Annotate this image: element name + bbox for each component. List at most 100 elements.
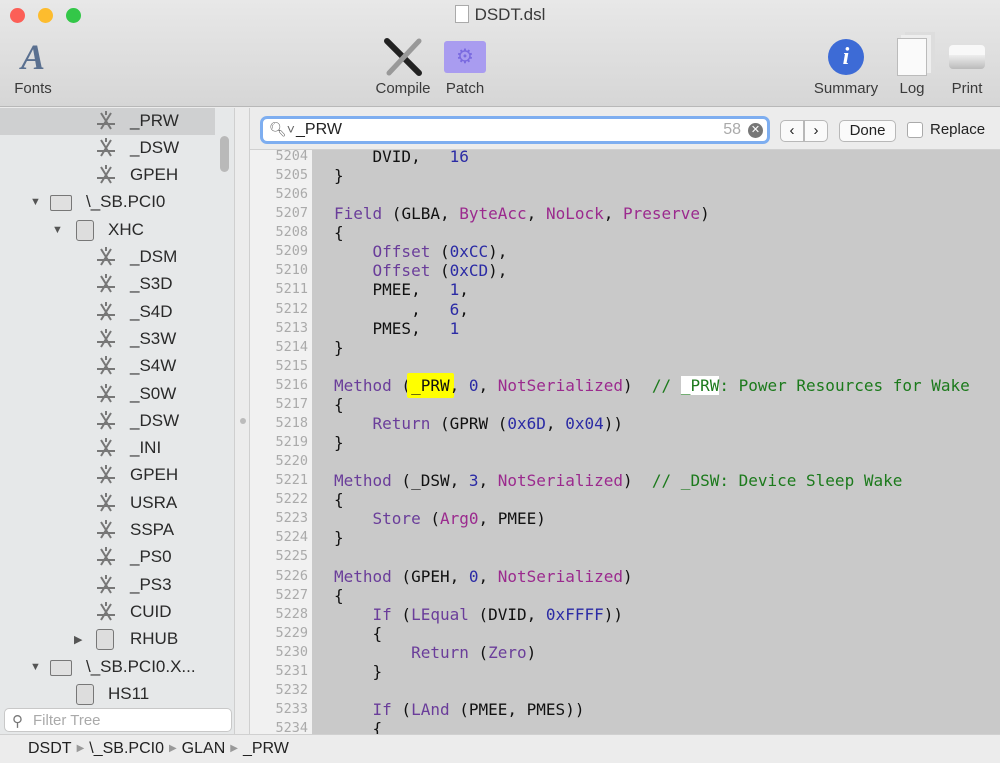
line-number: 5219 bbox=[275, 434, 308, 451]
code-line[interactable]: } bbox=[334, 166, 344, 185]
code-line[interactable]: { bbox=[334, 490, 344, 509]
tree-item[interactable]: _PRW bbox=[0, 108, 215, 135]
code-token: 3 bbox=[468, 471, 479, 491]
tree-item[interactable]: _S3D bbox=[0, 271, 215, 298]
next-match-button[interactable]: › bbox=[804, 120, 828, 142]
tree-item[interactable]: _S4D bbox=[0, 299, 215, 326]
code-token: ) bbox=[526, 642, 537, 662]
code-line[interactable]: } bbox=[334, 662, 383, 681]
code-line[interactable]: { bbox=[334, 223, 344, 242]
code-line[interactable]: PMES, 1 bbox=[334, 318, 460, 338]
tree-scrollbar[interactable] bbox=[220, 136, 229, 172]
find-input[interactable]: 🔍︎˅ _PRW 58 ✕ bbox=[260, 116, 770, 144]
previous-match-button[interactable]: ‹ bbox=[780, 120, 804, 142]
code-line[interactable]: , 6, bbox=[334, 300, 469, 319]
code-line[interactable]: Store (Arg0, PMEE) bbox=[334, 509, 546, 528]
tree-item[interactable]: _DSW bbox=[0, 135, 215, 162]
line-number: 5209 bbox=[275, 243, 308, 260]
fonts-button[interactable]: A Fonts bbox=[8, 34, 58, 97]
code-line[interactable]: Method (_DSW, 3, NotSerialized) // _DSW:… bbox=[334, 471, 902, 490]
code-line[interactable]: If (LEqual (DVID, 0xFFFF)) bbox=[334, 605, 623, 624]
tree-item[interactable]: ▼ \_SB.PCI0 bbox=[0, 189, 215, 216]
breadcrumb-item[interactable]: _PRW bbox=[243, 740, 289, 757]
code-token: ), bbox=[488, 261, 508, 281]
filter-placeholder: Filter Tree bbox=[33, 712, 101, 729]
code-line[interactable]: DVID, 16 bbox=[334, 148, 469, 166]
code-line[interactable]: Offset (0xCC), bbox=[334, 242, 508, 262]
find-query[interactable]: _PRW bbox=[296, 121, 342, 139]
method-icon bbox=[94, 519, 118, 541]
replace-checkbox[interactable] bbox=[907, 122, 923, 138]
code-token: // bbox=[651, 375, 681, 395]
tree-item-label: _INI bbox=[130, 438, 162, 458]
code-line[interactable]: { bbox=[334, 395, 344, 414]
window-title-text: DSDT.dsl bbox=[474, 5, 546, 24]
tree-item[interactable]: HS11 bbox=[0, 681, 215, 708]
code-line[interactable]: } bbox=[334, 338, 344, 357]
compile-button[interactable]: Compile bbox=[370, 34, 436, 97]
code-line[interactable]: Method (GPEH, 0, NotSerialized) bbox=[334, 567, 633, 586]
tree-item[interactable]: USRA bbox=[0, 490, 215, 517]
code-token: (PMEE, PMES)) bbox=[449, 700, 585, 720]
code-token: 0x04 bbox=[565, 413, 604, 433]
tree-item[interactable]: GPEH bbox=[0, 462, 215, 489]
breadcrumb-item[interactable]: DSDT bbox=[28, 740, 72, 757]
code-line[interactable]: } bbox=[334, 433, 344, 452]
tree-item[interactable]: CUID bbox=[0, 599, 215, 626]
done-button[interactable]: Done bbox=[839, 120, 896, 142]
clear-search-icon[interactable]: ✕ bbox=[748, 123, 763, 138]
code-line[interactable]: { bbox=[334, 624, 383, 643]
summary-button[interactable]: i Summary bbox=[810, 34, 882, 97]
disclosure-expanded-icon[interactable]: ▼ bbox=[52, 224, 63, 236]
tree-item[interactable]: _S0W bbox=[0, 381, 215, 408]
disclosure-collapsed-icon[interactable]: ▶ bbox=[74, 633, 82, 646]
tree-item[interactable]: GPEH bbox=[0, 162, 215, 189]
filter-tree-input[interactable]: ⚲ Filter Tree bbox=[4, 708, 232, 732]
code-token: LEqual bbox=[411, 604, 469, 624]
code-line[interactable]: { bbox=[334, 586, 344, 605]
code-token: PMES, bbox=[334, 318, 450, 338]
code-token: } bbox=[334, 166, 344, 186]
code-line[interactable]: { bbox=[334, 719, 383, 734]
tree-item[interactable]: _DSM bbox=[0, 244, 215, 271]
code-line[interactable]: Offset (0xCD), bbox=[334, 261, 508, 281]
tree-item[interactable]: _S3W bbox=[0, 326, 215, 353]
code-line[interactable]: } bbox=[334, 528, 344, 547]
code-line[interactable]: PMEE, 1, bbox=[334, 280, 469, 299]
tree-item[interactable]: _PS3 bbox=[0, 572, 215, 599]
code-editor[interactable]: DVID, 16} Field (GLBA, ByteAcc, NoLock, P… bbox=[312, 148, 1000, 734]
code-line[interactable]: If (LAnd (PMEE, PMES)) bbox=[334, 700, 585, 720]
tree-item[interactable]: ▼ \_SB.PCI0.X... bbox=[0, 654, 215, 681]
line-number: 5229 bbox=[275, 624, 308, 641]
breadcrumb-item[interactable]: \_SB.PCI0 bbox=[89, 740, 164, 757]
tree-item[interactable]: ▼ XHC bbox=[0, 217, 215, 244]
split-view-divider[interactable] bbox=[236, 108, 250, 734]
code-token: Offset bbox=[372, 242, 431, 262]
tree-item-label: RHUB bbox=[130, 629, 179, 649]
tree-item[interactable]: _INI bbox=[0, 435, 215, 462]
tree-item[interactable]: _DSW bbox=[0, 408, 215, 435]
line-number: 5226 bbox=[275, 567, 308, 584]
tree-item[interactable]: SSPA bbox=[0, 517, 215, 544]
search-options-icon[interactable]: 🔍︎˅ bbox=[269, 121, 295, 138]
disclosure-expanded-icon[interactable]: ▼ bbox=[30, 661, 41, 673]
tree-item-label: _S3D bbox=[130, 274, 173, 294]
log-button[interactable]: Log bbox=[892, 34, 932, 97]
tree-item-label: HS11 bbox=[108, 683, 150, 703]
print-button[interactable]: Print bbox=[945, 34, 989, 97]
tree-item[interactable]: ▶ RHUB bbox=[0, 626, 215, 653]
line-number: 5224 bbox=[275, 529, 308, 546]
printer-icon bbox=[945, 34, 989, 80]
tree-item[interactable]: _PS0 bbox=[0, 544, 215, 571]
code-token: NotSerialized bbox=[497, 566, 623, 586]
outline-tree[interactable]: _PRW _DSW GPEH ▼ \_SB.PCI0 ▼ XHC _DSM _S3D _S4D _S… bbox=[0, 108, 235, 734]
code-line[interactable]: Return (GPRW (0x6D, 0x04)) bbox=[334, 414, 623, 433]
code-line[interactable]: Method (_PRW, 0, NotSerialized) // _PRW:… bbox=[334, 372, 970, 398]
code-line[interactable]: Return (Zero) bbox=[334, 643, 536, 662]
disclosure-expanded-icon[interactable]: ▼ bbox=[30, 196, 41, 208]
breadcrumb-item[interactable]: GLAN bbox=[182, 740, 226, 757]
code-line[interactable]: Field (GLBA, ByteAcc, NoLock, Preserve) bbox=[334, 204, 710, 223]
tree-item[interactable]: _S4W bbox=[0, 353, 215, 380]
patch-button[interactable]: ⚙ Patch bbox=[440, 34, 490, 97]
